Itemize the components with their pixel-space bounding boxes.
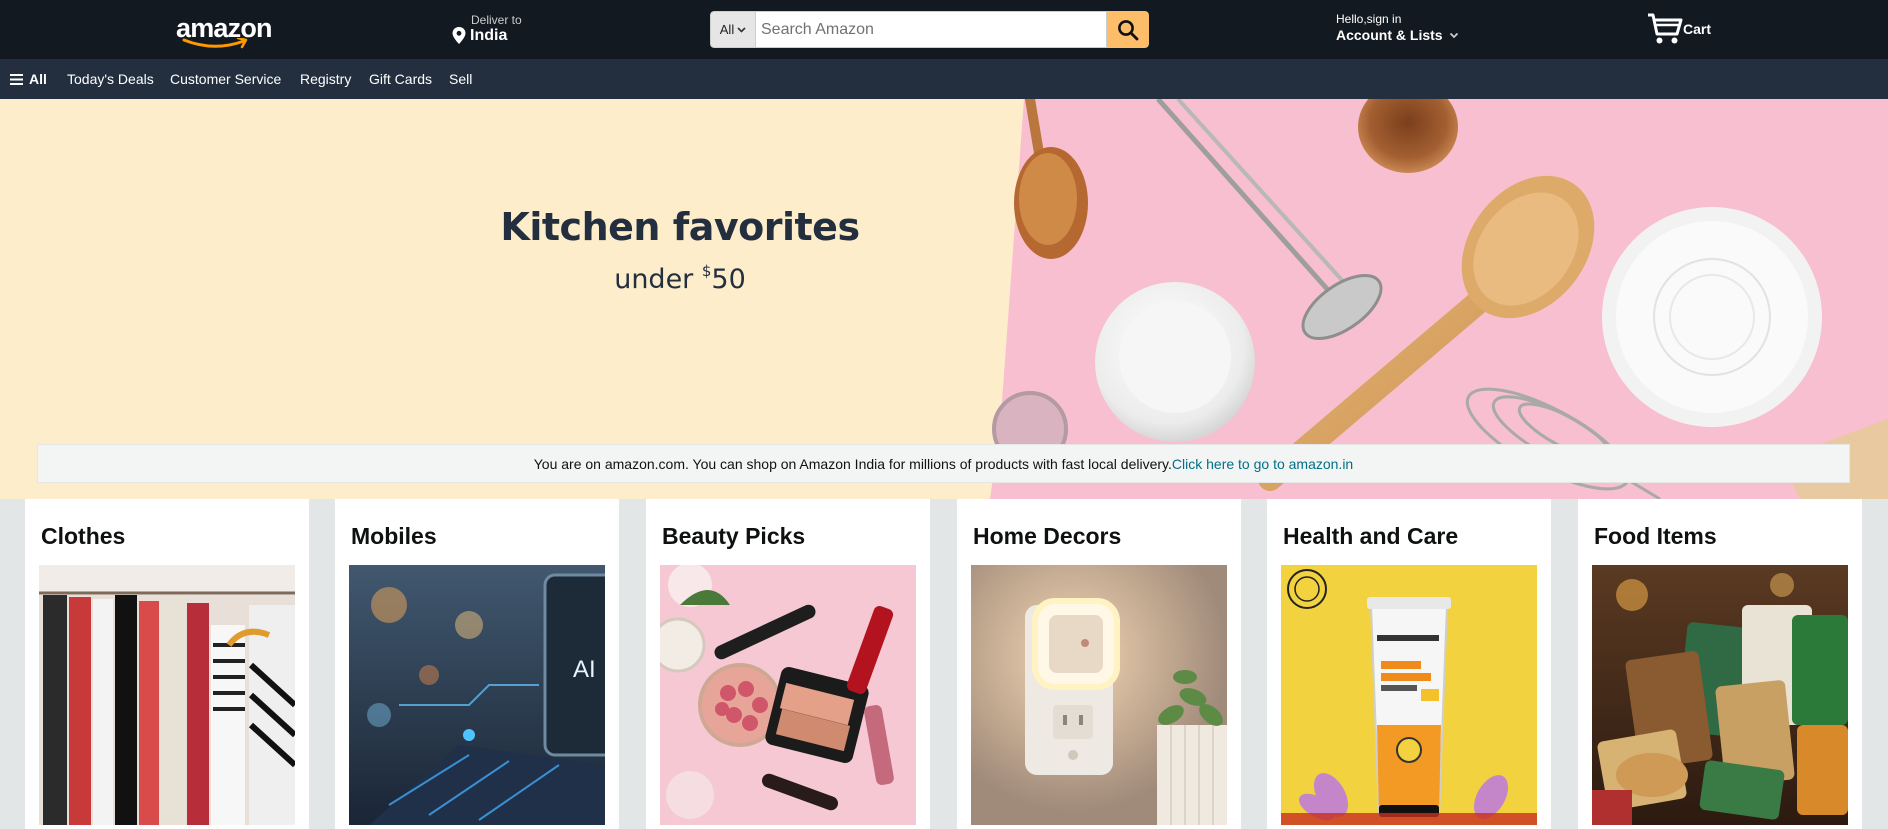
clothes-image [39,565,295,825]
home-decors-image [971,565,1227,825]
category-title: Food Items [1594,523,1717,549]
nav-link-sell[interactable]: Sell [449,59,472,99]
category-title: Home Decors [973,523,1122,549]
deliver-to-label: Deliver to [471,13,522,27]
nav-link-todays-deals[interactable]: Today's Deals [67,59,154,99]
cart-icon [1648,13,1683,44]
beauty-picks-image [660,565,916,825]
nav-link-registry[interactable]: Registry [300,59,351,99]
nav-link-gift-cards[interactable]: Gift Cards [369,59,432,99]
go-to-amazon-in-link[interactable]: Click here to go to amazon.in [1172,456,1353,472]
all-menu-button[interactable]: All [10,59,47,99]
mobiles-image: AI [349,565,605,825]
health-and-care-image [1281,565,1537,825]
top-navigation-bar: amazon Deliver to India All Search Amazo… [0,0,1888,59]
category-card-clothes[interactable]: Clothes [25,499,309,829]
search-submit-button[interactable] [1107,11,1149,48]
search-bar: All Search Amazon [710,11,1149,48]
deliver-to-country: India [470,27,508,44]
category-card-health-and-care[interactable]: Health and Care [1267,499,1551,829]
hero-banner[interactable]: Kitchen favorites under $50 You are on a… [0,99,1888,499]
secondary-navigation-bar: All Today's Deals Customer Service Regis… [0,59,1888,99]
account-lists-label: Account & Lists [1336,27,1443,43]
hero-currency-symbol: $ [701,262,712,280]
hero-title: Kitchen favorites [500,205,860,249]
hero-price: 50 [711,264,746,295]
category-title: Mobiles [351,523,437,549]
food-items-image [1592,565,1848,825]
account-greeting: Hello,sign in [1336,12,1402,26]
amazon-logo[interactable]: amazon [176,14,273,52]
category-title: Beauty Picks [662,523,806,549]
category-card-beauty-picks[interactable]: Beauty Picks [646,499,930,829]
nav-link-customer-service[interactable]: Customer Service [170,59,281,99]
category-card-home-decors[interactable]: Home Decors [957,499,1241,829]
all-menu-label: All [29,71,47,87]
category-title: Health and Care [1283,523,1459,549]
chevron-down-icon [1449,32,1458,38]
smile-arrow-icon [182,38,248,49]
cart-button[interactable]: Cart [1647,12,1711,46]
search-category-value: All [719,22,735,37]
cart-label: Cart [1683,21,1712,37]
search-category-select[interactable]: All [710,11,755,48]
region-notice-banner: You are on amazon.com. You can shop on A… [37,444,1850,483]
region-notice-text: You are on amazon.com. You can shop on A… [533,456,1172,472]
search-icon [1118,19,1139,40]
hamburger-menu-icon [10,73,23,85]
chevron-down-icon [737,26,746,33]
search-input[interactable]: Search Amazon [755,11,1107,48]
category-title: Clothes [41,523,126,549]
category-card-mobiles[interactable]: Mobiles AI [335,499,619,829]
hero-subtitle: under $50 [380,262,980,295]
hero-subtitle-prefix: under [614,264,702,295]
category-card-food-items[interactable]: Food Items [1578,499,1862,829]
location-pin-icon [452,27,466,44]
svg-text:AI: AI [573,656,596,683]
account-and-lists[interactable]: Hello,sign in Account & Lists [1336,12,1459,43]
kitchen-utensils-image [990,99,1888,499]
